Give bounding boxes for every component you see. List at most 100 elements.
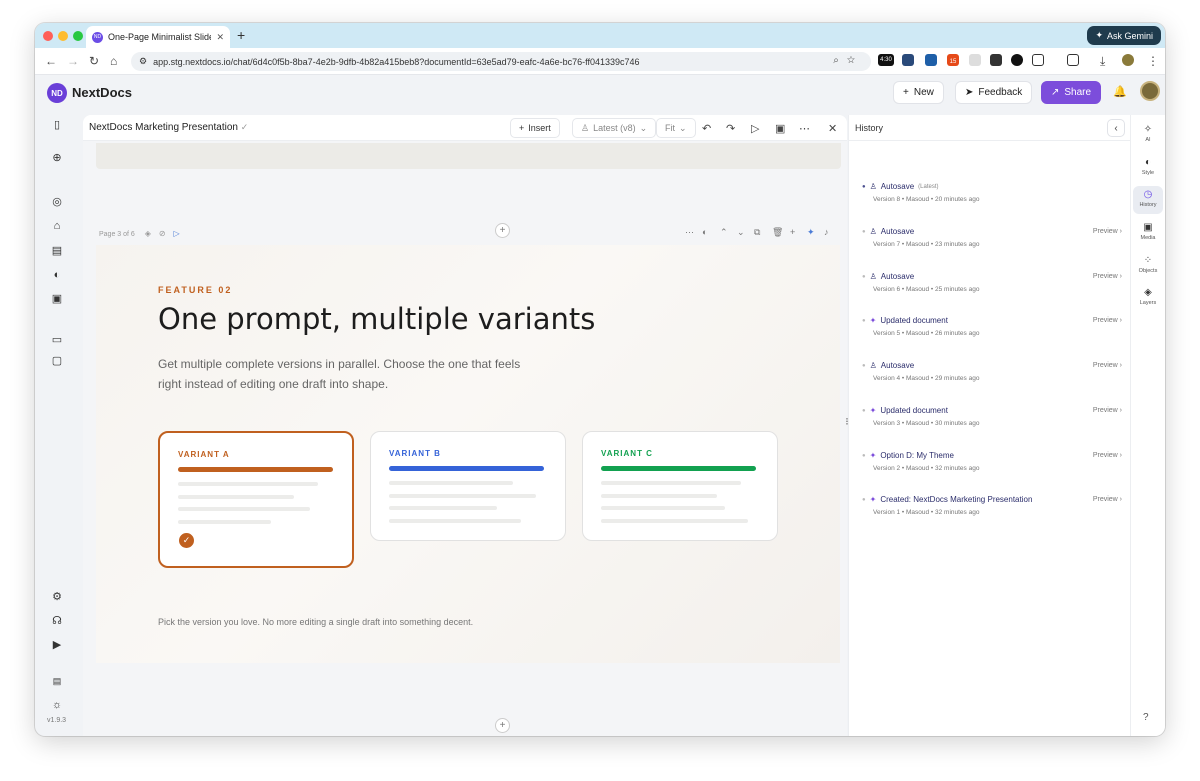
extension-icon[interactable] [925, 54, 937, 66]
history-item[interactable]: ● ♙ Autosave (Latest) Version 8 • Masoud… [862, 182, 1122, 216]
extension-icon[interactable] [902, 54, 914, 66]
settings-gear-icon[interactable]: ⚙ [51, 591, 63, 603]
tab-title: One-Page Minimalist Slide fo [108, 32, 211, 42]
zoom-select[interactable]: Fit ⌄ [656, 118, 696, 138]
extension-icon[interactable] [969, 54, 981, 66]
slide-more-icon[interactable]: ⋯ [685, 227, 694, 238]
rail-history-button[interactable]: ◷ History [1133, 186, 1163, 214]
close-window-icon[interactable] [43, 31, 53, 41]
add-icon[interactable]: + [790, 227, 795, 237]
undo-icon[interactable]: ↶ [702, 122, 711, 135]
collapse-panel-icon[interactable]: ‹ [1107, 119, 1125, 137]
redo-icon[interactable]: ↷ [726, 122, 735, 135]
variant-card-b[interactable]: VARIANT B [370, 431, 566, 541]
help-icon[interactable]: ? [1143, 712, 1149, 723]
extension-icon[interactable] [990, 54, 1002, 66]
extension-icon[interactable] [1011, 54, 1023, 66]
play-icon[interactable]: ▷ [751, 122, 759, 135]
previous-slide[interactable] [96, 143, 841, 169]
history-item[interactable]: ● ✦ Option D: My Theme Version 2 • Masoud … [862, 451, 1122, 485]
layers-small-icon[interactable]: ◈ [145, 229, 151, 238]
preview-button[interactable]: Preview › [1093, 273, 1122, 280]
insert-button[interactable]: + Insert [510, 118, 560, 138]
browser-tab[interactable]: ND One-Page Minimalist Slide fo ✕ [86, 26, 230, 48]
preview-button[interactable]: Preview › [1093, 452, 1122, 459]
document-title[interactable]: NextDocs Marketing Presentation ✓ [89, 122, 248, 133]
url-field[interactable]: ⚙ app.stg.nextdocs.io/chat/6d4c0f5b-8ba7… [131, 52, 871, 71]
home-icon[interactable]: ⌂ [110, 54, 117, 68]
add-slide-button[interactable]: + [495, 718, 510, 733]
home-nav-icon[interactable]: ⌂ [51, 220, 63, 232]
slide-style-icon[interactable]: ◐ [702, 227, 707, 237]
history-item[interactable]: ● ♙ Autosave Version 4 • Masoud • 29 minut… [862, 361, 1122, 395]
compass-icon[interactable]: ◎ [51, 196, 63, 208]
zoom-and-bookmark-icons[interactable]: ⌕☆ [833, 55, 863, 66]
move-down-icon[interactable]: ⌄ [737, 227, 745, 238]
layout-icon[interactable]: ▤ [51, 245, 63, 257]
version-select[interactable]: ♙ Latest (v8) ⌄ [572, 118, 657, 138]
ask-gemini-button[interactable]: ✦ Ask Gemini [1087, 26, 1161, 45]
add-circle-icon[interactable]: ⊕ [51, 152, 63, 164]
present-slide-icon[interactable]: ▷ [174, 229, 180, 238]
rail-objects-button[interactable]: ⁘ Objects [1133, 252, 1163, 280]
preview-button[interactable]: Preview › [1093, 317, 1122, 324]
headset-icon[interactable]: ☊ [51, 615, 63, 627]
back-icon[interactable]: ← [45, 54, 57, 68]
microphone-icon[interactable]: ♪ [824, 227, 829, 237]
notifications-bell-icon[interactable]: 🔔 [1113, 85, 1127, 98]
duplicate-icon[interactable]: ⧉ [754, 227, 760, 238]
forward-icon[interactable]: → [67, 54, 79, 68]
add-slide-button[interactable]: + [495, 223, 510, 238]
extensions-puzzle-icon[interactable] [1032, 54, 1044, 66]
variant-card-c[interactable]: VARIANT C [582, 431, 778, 541]
rail-media-button[interactable]: ▣ Media [1133, 219, 1163, 247]
save-icon[interactable]: ▣ [775, 122, 785, 135]
slide-canvas[interactable]: FEATURE 02 One prompt, multiple variants… [96, 245, 840, 663]
history-item[interactable]: ● ✦ Updated document Version 3 • Masoud • … [862, 406, 1122, 440]
ai-magic-icon[interactable]: ✦ [807, 227, 815, 238]
history-item[interactable]: ● ✦ Updated document Version 5 • Masoud • … [862, 316, 1122, 350]
minimize-window-icon[interactable] [58, 31, 68, 41]
history-item[interactable]: ● ✦ Created: NextDocs Marketing Presentati… [862, 495, 1122, 529]
feedback-button[interactable]: ➤ Feedback [955, 81, 1033, 104]
video-icon[interactable]: ▶ [51, 639, 63, 651]
calendar-extension-icon[interactable]: 4:30 [878, 54, 894, 66]
rail-style-button[interactable]: ◐ Style [1133, 154, 1163, 182]
preview-button[interactable]: Preview › [1093, 228, 1122, 235]
sidebar-toggle-icon[interactable]: ▯ [51, 119, 63, 131]
close-tab-icon[interactable]: ✕ [216, 32, 224, 43]
profile-avatar-icon[interactable] [1122, 54, 1134, 66]
theme-sun-icon[interactable]: ☼ [51, 699, 63, 711]
preview-button[interactable]: Preview › [1093, 407, 1122, 414]
reload-icon[interactable]: ↻ [89, 54, 99, 68]
sticky-note-icon[interactable]: ▢ [51, 355, 63, 367]
folder-icon[interactable]: ▭ [51, 334, 63, 346]
preview-button[interactable]: Preview › [1093, 496, 1122, 503]
new-button[interactable]: + New [893, 81, 944, 104]
hide-icon[interactable]: ⊘ [159, 229, 166, 238]
extension-badge-icon[interactable]: 15 [947, 54, 959, 66]
download-icon[interactable]: ⤓ [1100, 54, 1105, 69]
site-info-icon[interactable]: ⚙ [139, 56, 147, 67]
user-icon: ♙ [581, 122, 590, 133]
user-avatar[interactable] [1140, 81, 1160, 101]
rail-layers-button[interactable]: ◈ Layers [1133, 284, 1163, 312]
browser-menu-icon[interactable]: ⋮ [1147, 54, 1159, 68]
close-editor-icon[interactable]: ✕ [828, 122, 837, 135]
history-item[interactable]: ● ♙ Autosave Version 7 • Masoud • 23 minut… [862, 227, 1122, 261]
move-up-icon[interactable]: ⌃ [720, 227, 728, 238]
maximize-window-icon[interactable] [73, 31, 83, 41]
url-text: app.stg.nextdocs.io/chat/6d4c0f5b-8ba7-4… [153, 56, 640, 67]
palette-nav-icon[interactable]: ◐ [51, 269, 63, 281]
us-flag-icon[interactable]: ▤ [51, 675, 63, 687]
new-tab-button[interactable]: + [237, 27, 245, 43]
variant-card-a[interactable]: VARIANT A ✓ [158, 431, 354, 568]
share-button[interactable]: ↗ Share [1041, 81, 1102, 104]
history-item[interactable]: ● ♙ Autosave Version 6 • Masoud • 25 minut… [862, 272, 1122, 306]
delete-icon[interactable]: 🗑 [772, 227, 783, 238]
rail-ai-button[interactable]: ✧ AI [1133, 121, 1163, 149]
more-options-icon[interactable]: ⋯ [799, 122, 810, 135]
tab-search-icon[interactable] [1067, 54, 1079, 66]
image-nav-icon[interactable]: ▣ [51, 293, 63, 305]
preview-button[interactable]: Preview › [1093, 362, 1122, 369]
